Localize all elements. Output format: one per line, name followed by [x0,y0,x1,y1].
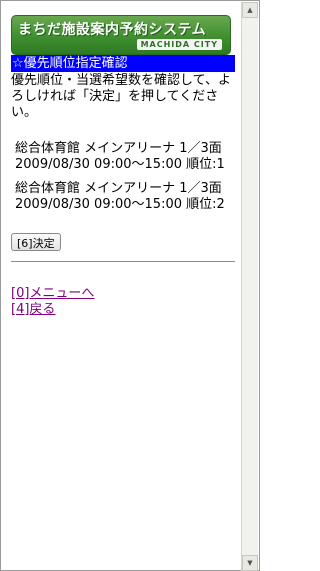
nav-links: [0]メニューへ [4]戻る [11,286,235,318]
page-title: ☆優先順位指定確認 [11,55,235,72]
list-item: 総合体育館 メインアリーナ 1／3面 2009/08/30 09:00～15:0… [15,141,225,172]
vertical-scrollbar[interactable]: ▲ ▼ [241,2,258,571]
scroll-up-icon[interactable]: ▲ [242,2,258,18]
site-logo: まちだ施設案内予約システム MACHIDA CITY [11,15,231,55]
browser-frame: ▲ ▼ まちだ施設案内予約システム MACHIDA CITY ☆優先順位指定確認… [0,0,260,571]
scroll-down-icon[interactable]: ▼ [242,555,258,571]
priority-list: 総合体育館 メインアリーナ 1／3面 2009/08/30 09:00～15:0… [11,141,235,213]
page-content: まちだ施設案内予約システム MACHIDA CITY ☆優先順位指定確認 優先順… [11,15,235,318]
decide-button[interactable]: [6]決定 [11,233,61,251]
logo-title: まちだ施設案内予約システム [18,22,207,38]
back-link[interactable]: [4]戻る [11,302,235,318]
divider [11,261,235,262]
list-item: 総合体育館 メインアリーナ 1／3面 2009/08/30 09:00～15:0… [15,181,225,212]
action-row: [6]決定 [11,233,235,251]
logo-city: MACHIDA CITY [136,39,222,50]
instructions-text: 優先順位・当選希望数を確認して、よろしければ「決定」を押してください。 [11,73,231,120]
menu-link[interactable]: [0]メニューへ [11,286,235,302]
